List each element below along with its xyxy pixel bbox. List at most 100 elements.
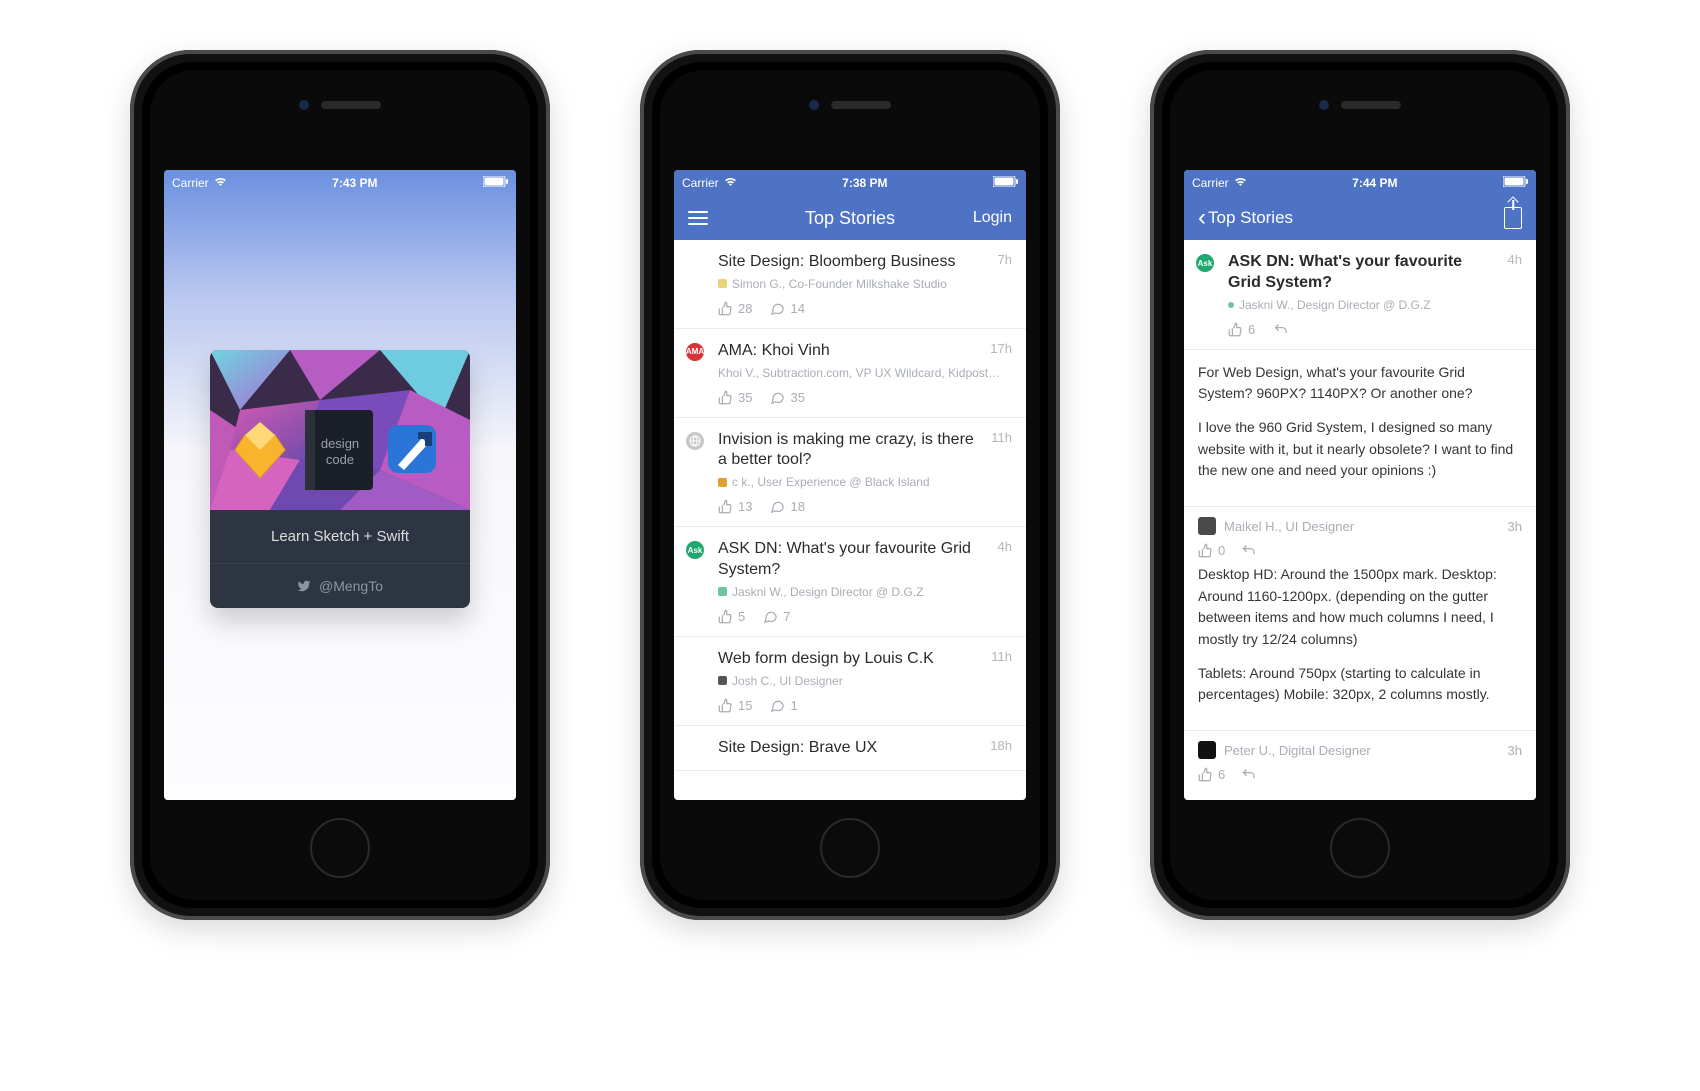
phone-2: Carrier 7:38 PM Top Stories Login Site D… [640, 50, 1060, 920]
like-button[interactable]: 15 [718, 698, 752, 713]
globe-icon [686, 432, 704, 450]
story-title: AMA: Khoi Vinh [718, 341, 1012, 362]
story-row[interactable]: Ask ASK DN: What's your favourite Grid Sy… [674, 527, 1026, 637]
svg-text:design: design [321, 436, 359, 451]
card-twitter-handle[interactable]: @MengTo [210, 564, 470, 608]
clock: 7:43 PM [332, 176, 377, 190]
avatar [1198, 517, 1216, 535]
carrier-label: Carrier [172, 176, 209, 190]
comments-button[interactable]: 35 [770, 390, 804, 405]
chevron-left-icon: ‹ [1198, 204, 1206, 232]
story-author: Josh C., UI Designer [718, 674, 1012, 688]
clock: 7:38 PM [842, 176, 887, 190]
card-title: Learn Sketch + Swift [210, 510, 470, 564]
like-button[interactable]: 0 [1198, 543, 1225, 558]
thread-time: 4h [1508, 252, 1522, 267]
ask-badge: Ask [1196, 254, 1214, 272]
home-button[interactable] [1330, 818, 1390, 878]
like-button[interactable]: 13 [718, 499, 752, 514]
menu-icon[interactable] [688, 211, 708, 225]
comment: Maikel H., UI Designer 3h 0 Desktop HD: Aro… [1184, 507, 1536, 731]
thread-header: Ask ASK DN: What's your favourite Grid S… [1184, 240, 1536, 350]
story-time: 11h [991, 649, 1012, 664]
comment-header: Maikel H., UI Designer 3h 0 [1184, 507, 1536, 562]
screen-2: Carrier 7:38 PM Top Stories Login Site D… [674, 170, 1026, 800]
thread-title: ASK DN: What's your favourite Grid Syste… [1228, 252, 1522, 294]
home-button[interactable] [820, 818, 880, 878]
like-button[interactable]: 35 [718, 390, 752, 405]
story-time: 17h [990, 341, 1012, 356]
story-author: c k., User Experience @ Black Island [718, 475, 1012, 489]
battery-icon [483, 176, 508, 190]
carrier-label: Carrier [1192, 176, 1229, 190]
reply-button[interactable] [1241, 767, 1256, 782]
battery-icon [1503, 176, 1528, 190]
author-dot [718, 587, 727, 596]
thread-author: Jaskni W., Design Director @ D.G.Z [1228, 298, 1522, 312]
wifi-icon [724, 177, 737, 190]
login-button[interactable]: Login [973, 209, 1012, 227]
svg-text:code: code [326, 452, 354, 467]
carrier-label: Carrier [682, 176, 719, 190]
story-title: ASK DN: What's your favourite Grid Syste… [718, 539, 1012, 581]
comments-button[interactable]: 18 [770, 499, 804, 514]
comment-author: Maikel H., UI Designer [1224, 519, 1354, 534]
like-button[interactable]: 6 [1198, 767, 1225, 782]
story-title: Invision is making me crazy, is there a … [718, 430, 1012, 472]
reply-button[interactable] [1241, 543, 1256, 558]
story-author: Simon G., Co-Founder Milkshake Studio [718, 277, 1012, 291]
comments-button[interactable]: 7 [763, 609, 790, 624]
home-button[interactable] [310, 818, 370, 878]
screen-1: Carrier 7:43 PM [164, 170, 516, 800]
ama-badge: AMA [686, 343, 704, 361]
story-time: 18h [990, 738, 1012, 753]
like-button[interactable]: 5 [718, 609, 745, 624]
ask-badge: Ask [686, 541, 704, 559]
phone-1: Carrier 7:43 PM [130, 50, 550, 920]
comment: Peter U., Digital Designer 3h 6 [1184, 731, 1536, 786]
battery-icon [993, 176, 1018, 190]
story-title: Site Design: Brave UX [718, 738, 1012, 759]
back-button[interactable]: ‹ Top Stories [1198, 204, 1318, 232]
story-row[interactable]: Invision is making me crazy, is there a … [674, 418, 1026, 528]
story-row[interactable]: Site Design: Brave UX18h [674, 726, 1026, 772]
phone-3: Carrier 7:44 PM ‹ Top Stories Ask ASK DN… [1150, 50, 1570, 920]
story-row[interactable]: AMAAMA: Khoi Vinh17hKhoi V., Subtraction… [674, 329, 1026, 418]
story-row[interactable]: Site Design: Bloomberg Business7hSimon G… [674, 240, 1026, 329]
thread-content[interactable]: Ask ASK DN: What's your favourite Grid S… [1184, 240, 1536, 800]
share-icon[interactable] [1504, 207, 1522, 229]
wifi-icon [1234, 177, 1247, 190]
like-button[interactable]: 28 [718, 301, 752, 316]
like-button[interactable]: 6 [1228, 322, 1255, 337]
comments-button[interactable]: 1 [770, 698, 797, 713]
nav-bar: ‹ Top Stories [1184, 196, 1536, 240]
comment-time: 3h [1508, 743, 1522, 758]
gradient-bg: Carrier 7:43 PM [164, 170, 516, 800]
comment-author: Peter U., Digital Designer [1224, 743, 1371, 758]
promo-card[interactable]: design code Learn Sketch + Swift @MengTo [210, 350, 470, 608]
comments-button[interactable]: 14 [770, 301, 804, 316]
stories-list[interactable]: Site Design: Bloomberg Business7hSimon G… [674, 240, 1026, 800]
avatar [1198, 741, 1216, 759]
story-time: 11h [991, 430, 1012, 445]
clock: 7:44 PM [1352, 176, 1397, 190]
story-time: 4h [998, 539, 1012, 554]
story-row[interactable]: Web form design by Louis C.K11h Josh C., … [674, 637, 1026, 726]
author-dot [718, 279, 727, 288]
story-author: Jaskni W., Design Director @ D.G.Z [718, 585, 1012, 599]
author-dot [1228, 302, 1234, 308]
comment-time: 3h [1508, 519, 1522, 534]
comment-header: Peter U., Digital Designer 3h 6 [1184, 731, 1536, 786]
author-dot [718, 478, 727, 487]
nav-bar: Top Stories Login [674, 196, 1026, 240]
reply-button[interactable] [1273, 322, 1288, 337]
story-title: Web form design by Louis C.K [718, 649, 1012, 670]
comment-body: Desktop HD: Around the 1500px mark. Desk… [1184, 562, 1536, 731]
twitter-icon [297, 579, 311, 593]
story-time: 7h [998, 252, 1012, 267]
thread-body: For Web Design, what's your favourite Gr… [1184, 350, 1536, 507]
nav-title: Top Stories [738, 208, 962, 229]
card-hero-image: design code [210, 350, 470, 510]
phone-row: Carrier 7:43 PM [0, 0, 1700, 920]
screen-3: Carrier 7:44 PM ‹ Top Stories Ask ASK DN… [1184, 170, 1536, 800]
